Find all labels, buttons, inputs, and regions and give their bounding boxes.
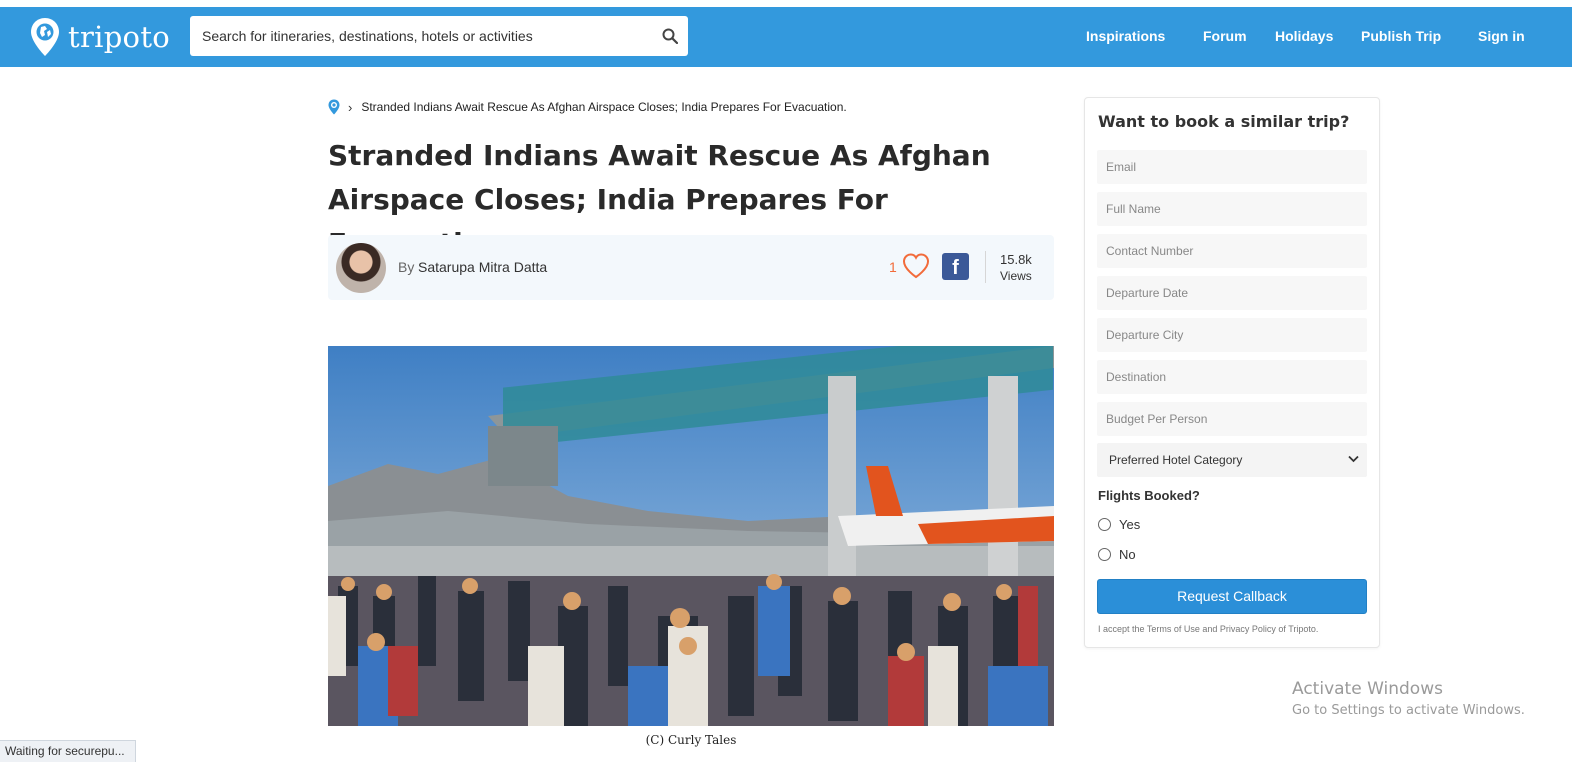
chevron-down-icon [1348,455,1359,463]
radio-yes-label: Yes [1119,517,1141,532]
radio-button[interactable] [1098,548,1111,561]
hotel-category-value: Preferred Hotel Category [1109,453,1243,467]
like-count: 1 [889,259,897,275]
activate-windows-watermark: Activate Windows Go to Settings to activ… [1292,679,1525,718]
views-count: 15.8k [1000,252,1032,267]
radio-yes[interactable]: Yes [1098,517,1140,532]
radio-no-label: No [1119,547,1136,562]
home-pin-icon[interactable] [328,99,340,115]
booking-form: Want to book a similar trip? Preferred H… [1084,97,1380,648]
form-title: Want to book a similar trip? [1098,112,1350,131]
map-pin-globe-icon [31,18,59,56]
breadcrumb: › Stranded Indians Await Rescue As Afgha… [328,99,847,115]
divider [985,251,986,283]
tripoto-logo[interactable]: tripoto [30,17,170,57]
search-input[interactable] [190,16,630,56]
article-hero-image [328,346,1054,726]
radio-button[interactable] [1098,518,1111,531]
departure-city-field[interactable] [1097,318,1367,352]
heart-icon[interactable] [901,251,931,281]
top-navbar: tripoto Inspirations Forum Holidays Publ… [0,7,1572,67]
browser-status-bar: Waiting for securepu... [0,740,136,762]
budget-field[interactable] [1097,402,1367,436]
search-icon[interactable] [662,28,678,44]
watermark-subtitle: Go to Settings to activate Windows. [1292,703,1525,718]
window-top-strip [0,0,1572,7]
image-caption: (C) Curly Tales [645,733,737,747]
contact-number-field[interactable] [1097,234,1367,268]
hotel-category-select[interactable]: Preferred Hotel Category [1097,443,1367,477]
email-field[interactable] [1097,150,1367,184]
nav-publish-trip[interactable]: Publish Trip [1361,28,1441,44]
author-bar: By Satarupa Mitra Datta 1 f 15.8k Views [328,235,1054,300]
request-callback-button[interactable]: Request Callback [1097,579,1367,614]
full-name-field[interactable] [1097,192,1367,226]
chevron-right-icon: › [348,99,353,115]
nav-sign-in[interactable]: Sign in [1478,28,1525,44]
nav-forum[interactable]: Forum [1203,28,1247,44]
author-avatar[interactable] [336,243,386,293]
nav-holidays[interactable]: Holidays [1275,28,1333,44]
search-box[interactable] [190,16,688,56]
nav-inspirations[interactable]: Inspirations [1086,28,1165,44]
facebook-icon[interactable]: f [942,253,969,280]
logo-text: tripoto [68,20,171,54]
by-label: By [398,259,415,275]
watermark-title: Activate Windows [1292,679,1443,699]
author-name[interactable]: Satarupa Mitra Datta [418,259,547,275]
terms-text: I accept the Terms of Use and Privacy Po… [1098,624,1319,634]
breadcrumb-current: Stranded Indians Await Rescue As Afghan … [361,100,847,114]
flights-booked-label: Flights Booked? [1098,488,1200,503]
departure-date-field[interactable] [1097,276,1367,310]
views-label: Views [1000,269,1032,283]
radio-no[interactable]: No [1098,547,1136,562]
destination-field[interactable] [1097,360,1367,394]
